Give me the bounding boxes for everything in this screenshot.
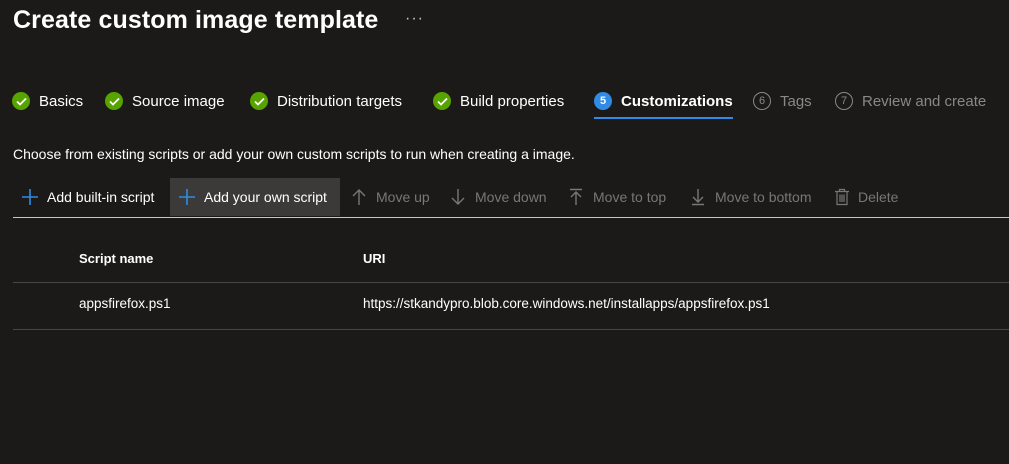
script-name-cell: appsfirefox.ps1 xyxy=(79,296,171,311)
plus-icon xyxy=(22,189,38,205)
tab-build-properties-label: Build properties xyxy=(460,92,565,110)
tab-basics[interactable]: Basics xyxy=(12,86,83,116)
checkmark-icon xyxy=(433,92,451,110)
move-to-top-icon xyxy=(570,188,582,205)
move-down-button[interactable]: Move down xyxy=(441,178,555,216)
page-title: Create custom image template xyxy=(13,6,379,34)
move-to-bottom-button[interactable]: Move to bottom xyxy=(681,178,820,216)
table-row[interactable]: appsfirefox.ps1 https://stkandypro.blob.… xyxy=(13,283,1009,330)
scripts-grid: Script name URI appsfirefox.ps1 https://… xyxy=(13,237,1009,330)
trash-icon xyxy=(835,188,849,206)
arrow-up-icon xyxy=(352,189,366,205)
tab-distribution-targets[interactable]: Distribution targets xyxy=(250,86,402,116)
tab-review-and-create-label: Review and create xyxy=(862,92,987,110)
more-options-icon[interactable]: ··· xyxy=(405,10,424,28)
checkmark-icon xyxy=(12,92,30,110)
column-header-script-name[interactable]: Script name xyxy=(79,251,153,266)
script-uri-cell: https://stkandypro.blob.core.windows.net… xyxy=(363,296,770,311)
step-number-badge: 5 xyxy=(594,92,612,110)
tab-source-image-label: Source image xyxy=(132,92,225,110)
add-own-script-button[interactable]: Add your own script xyxy=(170,178,340,216)
move-to-bottom-label: Move to bottom xyxy=(715,189,812,205)
add-own-script-label: Add your own script xyxy=(204,189,327,205)
arrow-down-icon xyxy=(451,189,465,205)
move-to-top-label: Move to top xyxy=(593,189,667,205)
scripts-toolbar: Add built-in script Add your own script … xyxy=(13,178,1009,218)
tab-source-image[interactable]: Source image xyxy=(105,86,225,116)
move-up-label: Move up xyxy=(376,189,430,205)
move-to-top-button[interactable]: Move to top xyxy=(559,178,674,216)
move-to-bottom-icon xyxy=(692,189,704,206)
tab-customizations-label: Customizations xyxy=(621,92,733,110)
tab-build-properties[interactable]: Build properties xyxy=(433,86,564,116)
tab-tags[interactable]: 6 Tags xyxy=(753,86,812,116)
grid-header-row: Script name URI xyxy=(13,237,1009,283)
checkmark-icon xyxy=(250,92,268,110)
tab-basics-label: Basics xyxy=(39,92,84,110)
column-header-uri[interactable]: URI xyxy=(363,251,385,266)
section-description: Choose from existing scripts or add your… xyxy=(13,146,575,162)
toolbar-divider xyxy=(13,217,1009,218)
tab-customizations[interactable]: 5 Customizations xyxy=(594,86,733,119)
move-down-label: Move down xyxy=(475,189,547,205)
plus-icon xyxy=(179,189,195,205)
delete-button[interactable]: Delete xyxy=(826,178,906,216)
add-built-in-script-button[interactable]: Add built-in script xyxy=(13,178,162,216)
move-up-button[interactable]: Move up xyxy=(342,178,438,216)
step-number-badge: 7 xyxy=(835,92,853,110)
add-built-in-script-label: Add built-in script xyxy=(47,189,155,205)
delete-label: Delete xyxy=(858,189,899,205)
tab-tags-label: Tags xyxy=(780,92,812,110)
tab-review-and-create[interactable]: 7 Review and create xyxy=(835,86,986,116)
step-number-badge: 6 xyxy=(753,92,771,110)
checkmark-icon xyxy=(105,92,123,110)
tab-distribution-targets-label: Distribution targets xyxy=(277,92,403,110)
